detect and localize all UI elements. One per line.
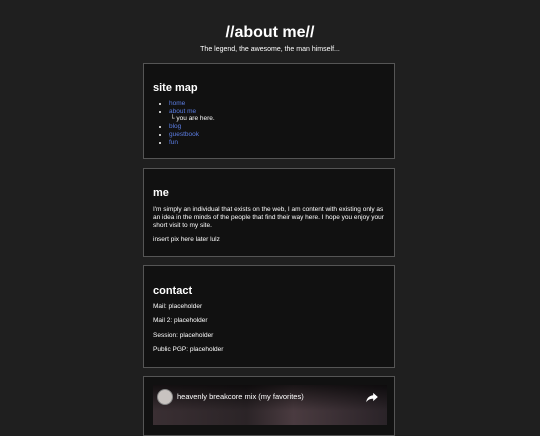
me-heading: me <box>153 187 169 199</box>
tagline: The legend, the awesome, the man himself… <box>200 46 340 53</box>
sitemap-panel: site map home about me └ you are here. b… <box>143 63 395 159</box>
page-title: //about me// <box>225 24 315 41</box>
sitemap-heading: site map <box>153 82 198 94</box>
video-title[interactable]: heavenly breakcore mix (my favorites) <box>177 392 304 401</box>
nav-link-home[interactable]: home <box>169 100 185 107</box>
sitemap-item: blog <box>169 123 215 131</box>
contact-pgp: Public PGP: placeholder <box>153 346 224 353</box>
sitemap-item: fun <box>169 139 215 147</box>
video-embed[interactable]: heavenly breakcore mix (my favorites) <box>153 385 387 425</box>
sitemap-list: home about me └ you are here. blog guest… <box>153 100 215 146</box>
channel-avatar-icon[interactable] <box>157 389 173 405</box>
page-header: //about me// The legend, the awesome, th… <box>0 0 540 53</box>
me-note: insert pix here later lulz <box>153 236 220 243</box>
you-are-here-marker: └ you are here. <box>170 115 215 123</box>
contact-session: Session: placeholder <box>153 332 214 339</box>
sitemap-item: home <box>169 100 215 108</box>
me-panel: me I'm simply an individual that exists … <box>143 168 395 257</box>
sitemap-item: guestbook <box>169 131 215 139</box>
video-panel: heavenly breakcore mix (my favorites) <box>143 376 395 436</box>
me-paragraph: I'm simply an individual that exists on … <box>153 206 384 229</box>
nav-link-blog[interactable]: blog <box>169 123 181 130</box>
nav-link-about-me[interactable]: about me <box>169 108 196 115</box>
contact-mail-2: Mail 2: placeholder <box>153 317 208 324</box>
share-icon[interactable] <box>365 390 379 404</box>
contact-mail: Mail: placeholder <box>153 303 203 310</box>
contact-heading: contact <box>153 285 193 297</box>
nav-link-guestbook[interactable]: guestbook <box>169 131 199 138</box>
contact-panel: contact Mail: placeholder Mail 2: placeh… <box>143 265 395 368</box>
nav-link-fun[interactable]: fun <box>169 139 178 146</box>
